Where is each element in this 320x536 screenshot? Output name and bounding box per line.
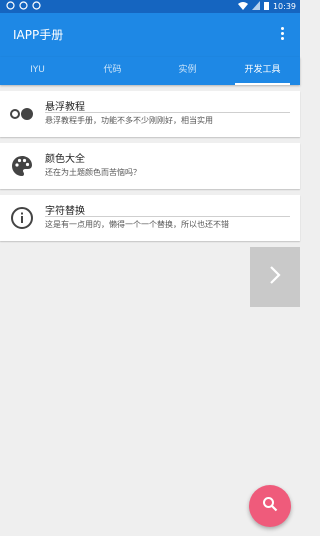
item-description: 悬浮教程手册，功能不多不少刚刚好，相当实用	[45, 116, 213, 125]
list-item-floating-tutorial[interactable]: 悬浮教程 悬浮教程手册，功能不多不少刚刚好，相当实用	[0, 91, 300, 137]
notification-icons	[6, 1, 41, 10]
item-title: 颜色大全	[45, 154, 85, 165]
search-icon	[262, 496, 278, 516]
toggle-icon	[10, 102, 34, 126]
tab-code[interactable]: 代码	[75, 57, 150, 85]
notification-icon	[19, 1, 28, 10]
tab-bar: IYU 代码 实例 开发工具	[0, 57, 300, 85]
item-description: 还在为土题颜色而苦恼吗？	[45, 168, 141, 177]
chevron-right-icon	[267, 265, 283, 289]
status-bar: 10:39	[0, 0, 300, 13]
tab-iyu[interactable]: IYU	[0, 57, 75, 85]
notification-icon	[32, 1, 41, 10]
wifi-icon	[237, 1, 248, 12]
tab-examples[interactable]: 实例	[150, 57, 225, 85]
notification-icon	[6, 1, 15, 10]
battery-icon	[263, 1, 269, 12]
app-bar: IAPP手册	[0, 13, 300, 57]
search-button[interactable]	[249, 485, 291, 527]
divider	[45, 112, 290, 113]
item-description: 这是有一点用的，懒得一个一个替换，所以也还不错	[45, 220, 229, 229]
divider	[45, 216, 290, 217]
signal-icon	[251, 1, 260, 12]
app-title: IAPP手册	[13, 28, 64, 42]
palette-icon	[10, 154, 34, 178]
list-item-character-replace[interactable]: 字符替换 这是有一点用的，懒得一个一个替换，所以也还不错	[0, 195, 300, 241]
list-item-color-collection[interactable]: 颜色大全 还在为土题颜色而苦恼吗？	[0, 143, 300, 189]
item-title: 字符替换	[45, 206, 85, 217]
tab-dev-tools[interactable]: 开发工具	[225, 57, 300, 85]
item-title: 悬浮教程	[45, 102, 85, 113]
clock-time: 10:39	[272, 2, 296, 11]
overflow-menu-icon[interactable]	[272, 22, 292, 44]
info-icon	[10, 206, 34, 230]
next-page-button[interactable]	[250, 247, 300, 307]
